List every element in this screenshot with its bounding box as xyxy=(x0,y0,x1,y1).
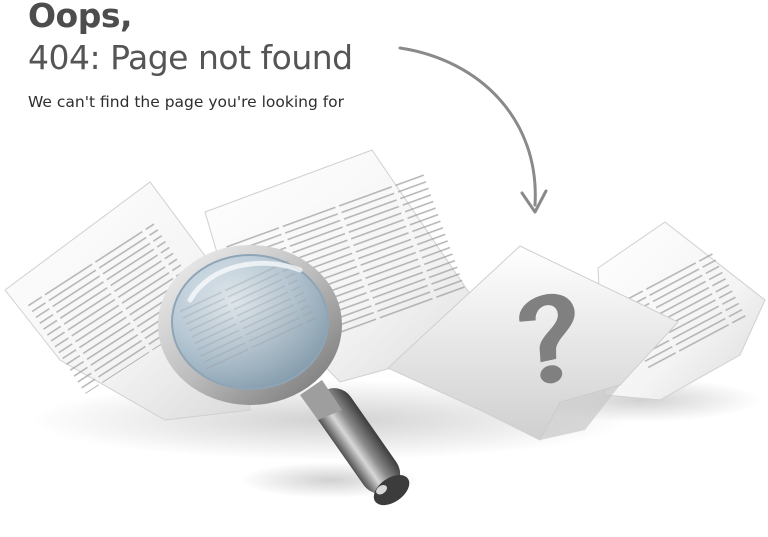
illustration xyxy=(4,46,766,506)
